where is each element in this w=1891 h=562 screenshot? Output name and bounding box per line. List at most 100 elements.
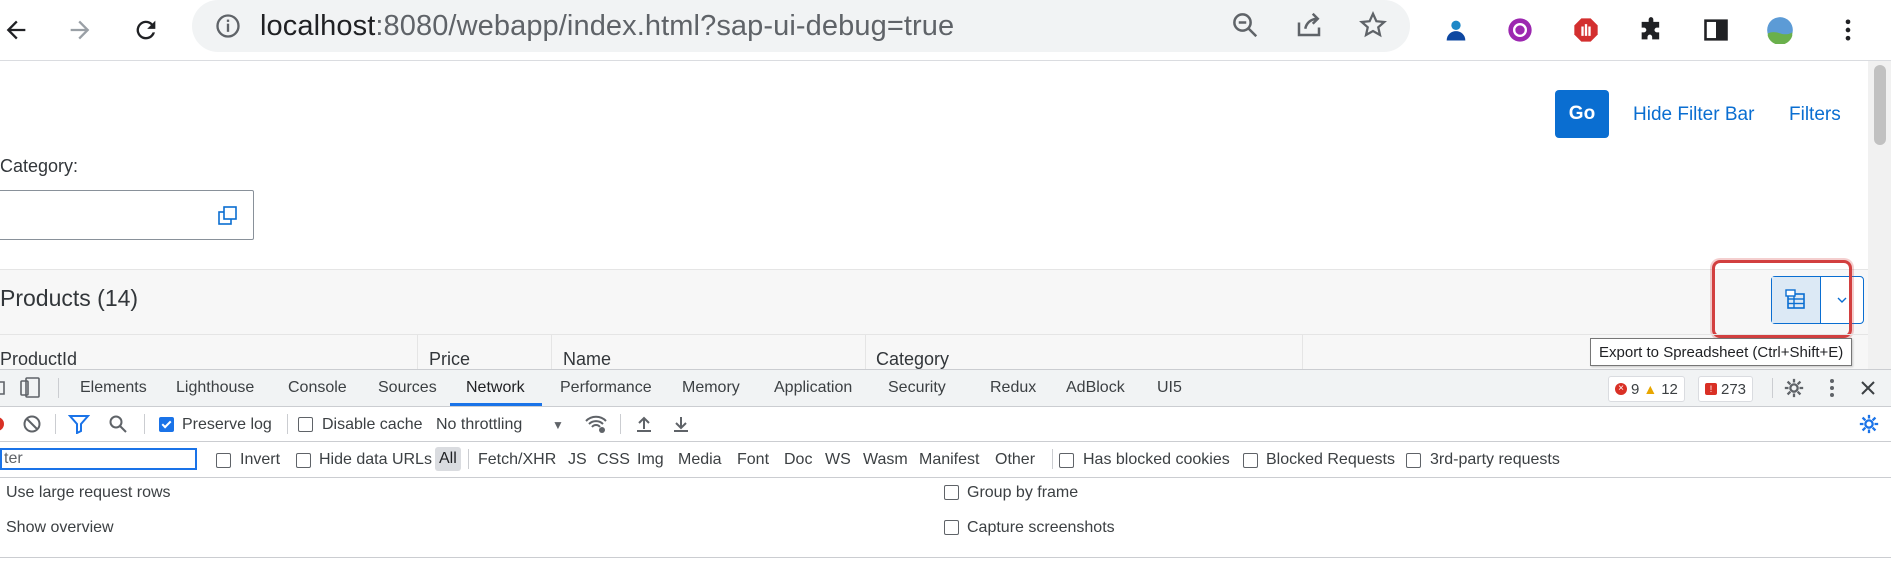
export-har-icon[interactable] — [671, 414, 691, 434]
preserve-log-checkbox[interactable] — [159, 417, 174, 432]
third-party-label: 3rd-party requests — [1430, 451, 1560, 468]
clear-icon[interactable] — [22, 414, 42, 434]
category-label: Category: — [0, 156, 79, 176]
search-icon[interactable] — [108, 414, 128, 434]
address-bar[interactable]: localhost:8080/webapp/index.html?sap-ui-… — [192, 0, 1410, 52]
show-overview-label[interactable]: Show overview — [6, 519, 114, 537]
column-header-category[interactable]: Category — [876, 349, 949, 370]
forward-arrow-icon[interactable] — [62, 12, 98, 48]
issues-icon: ! — [1705, 383, 1717, 395]
tab-performance[interactable]: Performance — [560, 379, 652, 397]
menu-kebab-icon[interactable] — [1830, 12, 1866, 48]
bookmark-star-icon[interactable] — [1358, 10, 1390, 42]
type-filter-font[interactable]: Font — [737, 451, 769, 469]
inspect-icon[interactable] — [0, 378, 6, 398]
tab-console[interactable]: Console — [288, 379, 347, 397]
column-header-productid[interactable]: ProductId — [0, 349, 77, 370]
type-filter-js[interactable]: JS — [568, 451, 587, 469]
category-input[interactable] — [0, 190, 254, 240]
tab-memory[interactable]: Memory — [682, 379, 740, 397]
tab-network[interactable]: Network — [466, 379, 525, 397]
reload-icon[interactable] — [128, 12, 164, 48]
type-filter-all[interactable]: All — [435, 447, 461, 471]
tab-elements[interactable]: Elements — [80, 379, 147, 397]
error-count: 9 — [1631, 380, 1640, 398]
disable-cache-checkbox[interactable] — [298, 417, 313, 432]
extensions-puzzle-icon[interactable] — [1633, 12, 1669, 48]
tab-redux[interactable]: Redux — [990, 379, 1036, 397]
import-har-icon[interactable] — [634, 414, 654, 434]
blocked-requests-checkbox[interactable] — [1243, 453, 1258, 468]
devtools-tab-bar: Elements Lighthouse Console Sources Netw… — [0, 370, 1891, 407]
type-filter-media[interactable]: Media — [678, 451, 722, 469]
active-tab-indicator — [450, 403, 542, 406]
tab-sources[interactable]: Sources — [378, 379, 437, 397]
hide-filter-bar-button[interactable]: Hide Filter Bar — [1633, 104, 1754, 126]
has-blocked-cookies-label: Has blocked cookies — [1083, 451, 1230, 468]
type-filter-ws[interactable]: WS — [825, 451, 851, 469]
tab-application[interactable]: Application — [774, 379, 852, 397]
type-filter-css[interactable]: CSS — [597, 451, 630, 469]
throttling-select[interactable]: No throttling — [436, 416, 522, 434]
filter-input[interactable]: ter — [0, 448, 197, 470]
record-icon[interactable] — [0, 417, 4, 431]
has-blocked-cookies-checkbox[interactable] — [1059, 453, 1074, 468]
ext-person-icon[interactable] — [1438, 12, 1474, 48]
share-icon[interactable] — [1294, 10, 1326, 42]
back-arrow-icon[interactable] — [0, 12, 34, 48]
network-settings-pane: Use large request rows Show overview Gro… — [0, 478, 1891, 562]
scrollbar-thumb[interactable] — [1874, 65, 1886, 145]
invert-checkbox[interactable] — [216, 453, 231, 468]
disable-cache-label: Disable cache — [322, 416, 423, 433]
filter-funnel-icon[interactable] — [67, 414, 91, 435]
third-party-checkbox[interactable] — [1406, 453, 1421, 468]
toolbar-separator — [1052, 449, 1053, 469]
group-by-frame-checkbox[interactable] — [944, 485, 959, 500]
capture-screenshots-checkbox[interactable] — [944, 520, 959, 535]
zoom-out-icon[interactable] — [1230, 10, 1262, 42]
site-info-icon[interactable] — [214, 12, 242, 40]
hide-data-urls-checkbox[interactable] — [296, 453, 311, 468]
issues-badge[interactable]: ! 273 — [1698, 376, 1754, 402]
network-settings-gear-icon[interactable] — [1858, 413, 1880, 435]
value-help-icon[interactable] — [217, 205, 239, 227]
dropdown-arrow-icon[interactable]: ▼ — [552, 418, 564, 432]
warning-icon: ▲ — [1643, 381, 1658, 397]
page-scrollbar[interactable] — [1868, 61, 1891, 369]
column-header-price[interactable]: Price — [429, 349, 470, 370]
tab-security[interactable]: Security — [888, 379, 946, 397]
console-counts-badge[interactable]: × 9 ▲ 12 — [1608, 376, 1685, 402]
url-path: :8080/webapp/index.html?sap-ui-debug=tru… — [375, 10, 955, 42]
more-options-icon[interactable] — [1822, 377, 1842, 399]
type-filter-other[interactable]: Other — [995, 451, 1035, 469]
close-icon[interactable] — [1858, 378, 1878, 398]
network-filter-bar: ter Invert Hide data URLs All Fetch/XHR … — [0, 442, 1891, 478]
tab-lighthouse[interactable]: Lighthouse — [176, 379, 254, 397]
type-filter-img[interactable]: Img — [637, 451, 664, 469]
ext-stop-icon[interactable] — [1568, 12, 1604, 48]
ext-purple-icon[interactable] — [1502, 12, 1538, 48]
filters-button[interactable]: Filters — [1789, 104, 1841, 126]
group-by-frame-label: Group by frame — [967, 484, 1079, 501]
device-toolbar-icon[interactable] — [18, 376, 42, 400]
go-button[interactable]: Go — [1555, 90, 1609, 138]
large-rows-label[interactable]: Use large request rows — [6, 484, 171, 502]
side-panel-icon[interactable] — [1698, 12, 1734, 48]
type-filter-wasm[interactable]: Wasm — [863, 451, 908, 469]
table-title: Products (14) — [0, 285, 139, 311]
table-column-headers: ProductId Price Name Category — [0, 334, 1868, 370]
tab-adblock[interactable]: AdBlock — [1066, 379, 1125, 397]
gear-icon[interactable] — [1783, 377, 1805, 399]
tab-ui5[interactable]: UI5 — [1157, 379, 1182, 397]
profile-avatar-icon[interactable] — [1762, 12, 1798, 48]
annotation-highlight-box — [1712, 260, 1852, 338]
type-filter-doc[interactable]: Doc — [784, 451, 812, 469]
network-conditions-icon[interactable] — [584, 414, 608, 434]
toolbar-separator — [287, 414, 288, 434]
type-filter-manifest[interactable]: Manifest — [919, 451, 979, 469]
column-divider — [1302, 335, 1303, 370]
blocked-requests-label: Blocked Requests — [1266, 451, 1395, 468]
type-filter-fetch-xhr[interactable]: Fetch/XHR — [478, 451, 556, 469]
pane-divider — [0, 557, 1891, 558]
column-header-name[interactable]: Name — [563, 349, 611, 370]
